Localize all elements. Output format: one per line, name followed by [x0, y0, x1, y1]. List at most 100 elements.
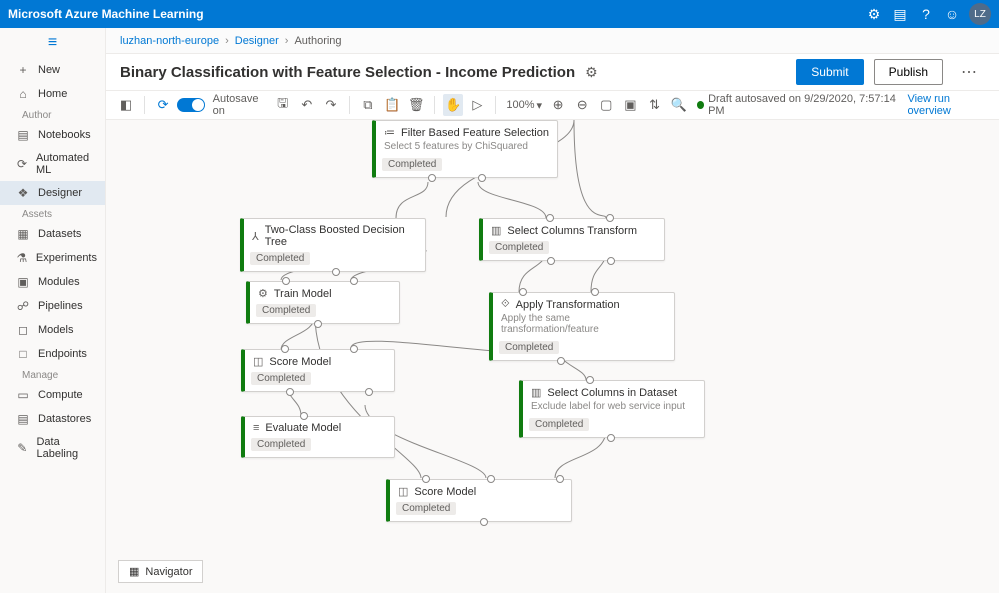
breadcrumb-workspace[interactable]: luzhan-north-europe [120, 35, 219, 47]
flask-icon: ⚗ [16, 251, 28, 265]
breadcrumb-designer[interactable]: Designer [235, 35, 279, 47]
node-title: Evaluate Model [265, 422, 341, 434]
columns-icon: ▥ [531, 386, 541, 399]
sidebar-section-manage: Manage [0, 366, 105, 383]
node-score-model-1[interactable]: ◫ Score Model Completed [241, 349, 395, 392]
sidebar-item-label: Pipelines [38, 300, 83, 312]
panel-icon[interactable]: ◧ [116, 94, 136, 116]
sidebar-item-label: Modules [38, 276, 80, 288]
sidebar-item-experiments[interactable]: ⚗ Experiments [0, 246, 105, 270]
train-icon: ⚙ [258, 287, 268, 300]
help-icon[interactable]: ? [913, 1, 939, 27]
avatar[interactable]: LZ [969, 3, 991, 25]
sidebar-item-models[interactable]: ◻Models [0, 318, 105, 342]
breadcrumb: luzhan-north-europe › Designer › Authori… [106, 28, 999, 54]
zoom-level[interactable]: 100%▾ [506, 99, 542, 112]
navigator-button[interactable]: ▦ Navigator [118, 560, 203, 583]
fit-icon[interactable]: ▢ [596, 94, 616, 116]
smile-icon[interactable]: ☺ [939, 1, 965, 27]
score-icon: ◫ [398, 485, 408, 498]
node-filter-feature-selection[interactable]: ≔ Filter Based Feature Selection Select 5… [372, 120, 558, 178]
sidebar-item-datalabeling[interactable]: ✎Data Labeling [0, 431, 105, 465]
sidebar-item-label: Data Labeling [36, 436, 97, 460]
delete-icon[interactable]: 🗑 [406, 94, 426, 116]
sidebar-section-author: Author [0, 106, 105, 123]
eval-icon: ≡ [253, 422, 259, 434]
undo-icon[interactable]: ↶ [297, 94, 317, 116]
node-score-model-2[interactable]: ◫ Score Model Completed [386, 479, 572, 522]
node-train-model[interactable]: ⚙Train Model Completed [246, 281, 400, 324]
node-title: Score Model [269, 356, 331, 368]
sidebar-item-designer[interactable]: ❖Designer [0, 181, 105, 205]
score-icon: ◫ [253, 355, 263, 368]
actual-icon[interactable]: ▣ [620, 94, 640, 116]
node-title: Train Model [274, 288, 332, 300]
sidebar-item-compute[interactable]: ▭Compute [0, 383, 105, 407]
autosave-label: Autosave on [213, 93, 269, 117]
copy-icon[interactable]: ⧉ [358, 94, 378, 116]
node-select-columns-dataset[interactable]: ▥Select Columns in Dataset Exclude label… [519, 380, 705, 438]
node-title: Score Model [414, 486, 476, 498]
node-title: Filter Based Feature Selection [401, 127, 549, 139]
node-desc: Select 5 features by ChiSquared [376, 141, 557, 156]
transform-icon: ⟐ [501, 298, 510, 311]
draft-status: Draft autosaved on 9/29/2020, 7:57:14 PM [697, 93, 898, 117]
status-dot-icon [697, 101, 704, 109]
breadcrumb-current: Authoring [294, 35, 341, 47]
chevron-right-icon: › [225, 35, 229, 47]
sidebar-item-modules[interactable]: ▣Modules [0, 270, 105, 294]
sidebar-item-endpoints[interactable]: □Endpoints [0, 342, 105, 366]
settings-icon[interactable]: ⚙ [585, 64, 598, 81]
redo-icon[interactable]: ↷ [321, 94, 341, 116]
hamburger-icon[interactable]: ≡ [0, 28, 105, 58]
pipeline-icon: ☍ [16, 299, 30, 313]
zoom-out-icon[interactable]: ⊖ [572, 94, 592, 116]
pan-icon[interactable]: ✋ [443, 94, 463, 116]
sidebar-item-notebooks[interactable]: ▤ Notebooks [0, 123, 105, 147]
more-button[interactable]: ⋯ [953, 62, 985, 82]
node-title: Select Columns Transform [507, 225, 637, 237]
home-icon: ⌂ [16, 87, 30, 101]
automl-icon: ⟳ [16, 157, 28, 171]
sidebar-item-datasets[interactable]: ▦Datasets [0, 222, 105, 246]
status-badge: Completed [250, 252, 310, 265]
tree-icon: ⅄ [252, 230, 259, 243]
pipeline-canvas[interactable]: ≔ Filter Based Feature Selection Select 5… [106, 120, 999, 593]
node-evaluate-model[interactable]: ≡Evaluate Model Completed [241, 416, 395, 458]
directory-icon[interactable]: ▤ [887, 1, 913, 27]
node-title: Two-Class Boosted Decision Tree [265, 224, 417, 248]
map-icon: ▦ [129, 565, 139, 578]
refresh-icon[interactable]: ⟳ [153, 94, 173, 116]
page-title: Binary Classification with Feature Selec… [120, 64, 575, 81]
sidebar-item-label: Home [38, 88, 67, 100]
status-badge: Completed [396, 502, 456, 515]
sidebar-item-home[interactable]: ⌂ Home [0, 82, 105, 106]
run-icon[interactable]: ▷ [467, 94, 487, 116]
sidebar-item-automl[interactable]: ⟳Automated ML [0, 147, 105, 181]
submit-button[interactable]: Submit [796, 59, 863, 85]
filter-icon: ≔ [384, 126, 395, 139]
compare-icon[interactable]: ⇅ [645, 94, 665, 116]
notebook-icon: ▤ [16, 128, 30, 142]
view-run-link[interactable]: View run overview [907, 93, 989, 117]
status-badge: Completed [529, 418, 589, 431]
publish-button[interactable]: Publish [874, 59, 943, 85]
paste-icon[interactable]: 📋 [382, 94, 402, 116]
search-icon[interactable]: 🔍 [669, 94, 689, 116]
save-icon[interactable]: 🖫 [273, 94, 293, 116]
sidebar-item-pipelines[interactable]: ☍ Pipelines [0, 294, 105, 318]
sidebar-item-datastores[interactable]: ▤Datastores [0, 407, 105, 431]
node-boosted-tree[interactable]: ⅄ Two-Class Boosted Decision Tree Complet… [240, 218, 426, 272]
status-badge: Completed [251, 372, 311, 385]
node-select-columns-transform[interactable]: ▥Select Columns Transform Completed [479, 218, 665, 261]
columns-icon: ▥ [491, 224, 501, 237]
sidebar-item-new[interactable]: +New [0, 58, 105, 82]
zoom-in-icon[interactable]: ⊕ [548, 94, 568, 116]
sidebar-item-label: Experiments [36, 252, 97, 264]
plus-icon: + [16, 63, 30, 77]
gear-icon[interactable]: ⚙ [861, 1, 887, 27]
datastore-icon: ▤ [16, 412, 30, 426]
sidebar-item-label: Notebooks [38, 129, 91, 141]
autosave-toggle[interactable] [177, 98, 204, 112]
node-apply-transformation[interactable]: ⟐Apply Transformation Apply the same tra… [489, 292, 675, 361]
